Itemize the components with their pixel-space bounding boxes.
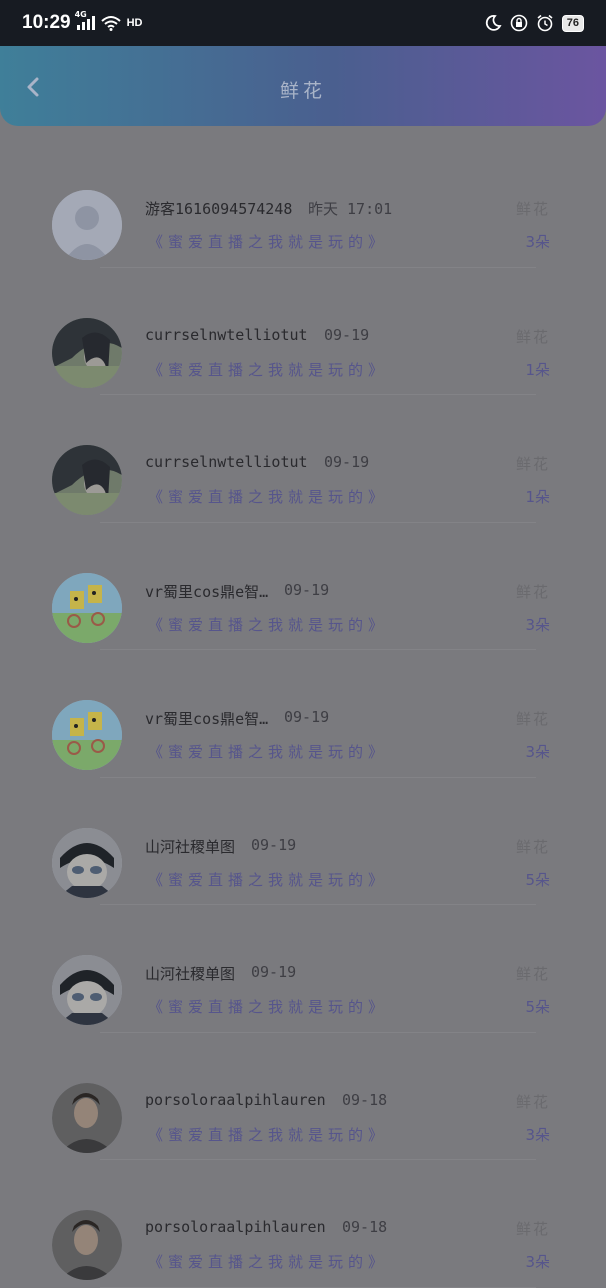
status-bar: 10:29 4G HD 76 bbox=[0, 0, 606, 46]
header-bar: 鲜花 bbox=[0, 46, 606, 126]
cellular-signal-icon: 4G bbox=[75, 10, 95, 30]
gift-type: 鲜花 bbox=[515, 582, 550, 601]
list-item[interactable]: currselnwtelliotut 09-19 《蜜爱直播之我就是玩的》 鲜花 1朵 bbox=[0, 395, 606, 523]
gift-count: 1朵 bbox=[525, 360, 550, 379]
book-title: 《蜜爱直播之我就是玩的》 bbox=[148, 233, 389, 251]
user-name: 游客1616094574248 bbox=[145, 200, 293, 218]
gift-type: 鲜花 bbox=[515, 455, 550, 473]
user-name: vr蜀里cos鼎e智… bbox=[145, 582, 269, 601]
book-title: 《蜜爱直播之我就是玩的》 bbox=[148, 615, 389, 634]
gift-type: 鲜花 bbox=[515, 710, 550, 728]
book-title: 《蜜爱直播之我就是玩的》 bbox=[148, 743, 389, 761]
avatar[interactable] bbox=[52, 445, 122, 515]
list-item[interactable]: 山河社稷单图 09-19 《蜜爱直播之我就是玩的》 鲜花 5朵 bbox=[0, 778, 606, 905]
record-date: 昨天 17:01 bbox=[308, 200, 393, 218]
gift-type: 鲜花 bbox=[515, 837, 550, 856]
gift-count: 3朵 bbox=[525, 743, 550, 761]
gift-type: 鲜花 bbox=[515, 965, 550, 983]
status-time: 10:29 bbox=[22, 12, 71, 33]
avatar[interactable] bbox=[52, 317, 122, 388]
record-date: 09-19 bbox=[251, 835, 297, 854]
user-name: porsoloraalpihlauren bbox=[145, 1090, 326, 1109]
hd-voice-icon: HD bbox=[126, 17, 143, 29]
avatar[interactable] bbox=[52, 190, 122, 260]
battery-indicator: 76 bbox=[561, 14, 584, 32]
avatar[interactable] bbox=[52, 827, 122, 898]
moon-icon bbox=[485, 15, 502, 31]
book-title: 《蜜爱直播之我就是玩的》 bbox=[148, 360, 389, 379]
avatar[interactable] bbox=[52, 700, 122, 770]
user-name: 山河社稷单图 bbox=[145, 837, 236, 856]
record-date: 09-19 bbox=[324, 325, 370, 344]
gift-count: 3朵 bbox=[525, 615, 550, 634]
gift-count: 3朵 bbox=[525, 1253, 550, 1271]
user-name: currselnwtelliotut bbox=[145, 325, 308, 344]
lock-rotation-icon bbox=[510, 14, 528, 32]
book-title: 《蜜爱直播之我就是玩的》 bbox=[148, 998, 389, 1016]
book-title: 《蜜爱直播之我就是玩的》 bbox=[148, 1125, 389, 1144]
gift-type: 鲜花 bbox=[515, 200, 550, 218]
record-date: 09-19 bbox=[284, 708, 330, 726]
avatar[interactable] bbox=[52, 955, 122, 1025]
page-title: 鲜花 bbox=[279, 80, 326, 102]
record-date: 09-18 bbox=[342, 1090, 388, 1109]
gift-type: 鲜花 bbox=[515, 1092, 550, 1111]
list-item[interactable]: 山河社稷单图 09-19 《蜜爱直播之我就是玩的》 鲜花 5朵 bbox=[0, 905, 606, 1033]
gift-count: 3朵 bbox=[525, 233, 550, 251]
record-date: 09-19 bbox=[324, 453, 370, 471]
list-item[interactable]: vr蜀里cos鼎e智… 09-19 《蜜爱直播之我就是玩的》 鲜花 3朵 bbox=[0, 523, 606, 650]
list-item[interactable]: porsoloraalpihlauren 09-18 《蜜爱直播之我就是玩的》 鲜花 3… bbox=[0, 1033, 606, 1160]
avatar[interactable] bbox=[52, 1210, 122, 1280]
list-item[interactable]: vr蜀里cos鼎e智… 09-19 《蜜爱直播之我就是玩的》 鲜花 3朵 bbox=[0, 650, 606, 778]
list-item[interactable]: porsoloraalpihlauren 09-18 《蜜爱直播之我就是玩的》 鲜花 3… bbox=[0, 1160, 606, 1288]
user-name: porsoloraalpihlauren bbox=[145, 1218, 326, 1236]
book-title: 《蜜爱直播之我就是玩的》 bbox=[148, 870, 389, 889]
gift-type: 鲜花 bbox=[515, 327, 550, 346]
wifi-icon bbox=[100, 16, 121, 31]
gift-count: 5朵 bbox=[525, 998, 550, 1016]
alarm-icon bbox=[537, 14, 553, 32]
gift-count: 1朵 bbox=[525, 488, 550, 506]
avatar[interactable] bbox=[52, 1082, 122, 1153]
book-title: 《蜜爱直播之我就是玩的》 bbox=[148, 1253, 389, 1271]
divider bbox=[100, 1286, 536, 1288]
list-item[interactable]: 游客1616094574248 昨天 17:01 《蜜爱直播之我就是玩的》 鲜花 3朵 bbox=[0, 140, 606, 268]
record-date: 09-18 bbox=[342, 1218, 388, 1236]
user-name: 山河社稷单图 bbox=[145, 965, 236, 983]
user-name: currselnwtelliotut bbox=[145, 453, 308, 471]
user-name: vr蜀里cos鼎e智… bbox=[145, 710, 269, 728]
book-title: 《蜜爱直播之我就是玩的》 bbox=[148, 488, 389, 506]
record-date: 09-19 bbox=[284, 580, 330, 599]
list-item[interactable]: currselnwtelliotut 09-19 《蜜爱直播之我就是玩的》 鲜花 1朵 bbox=[0, 268, 606, 395]
avatar[interactable] bbox=[52, 572, 122, 643]
gift-count: 3朵 bbox=[525, 1125, 550, 1144]
gift-count: 5朵 bbox=[525, 870, 550, 889]
record-date: 09-19 bbox=[251, 963, 297, 981]
gift-type: 鲜花 bbox=[515, 1220, 550, 1238]
gift-record-list: 游客1616094574248 昨天 17:01 《蜜爱直播之我就是玩的》 鲜花 3朵 c… bbox=[0, 140, 606, 1288]
